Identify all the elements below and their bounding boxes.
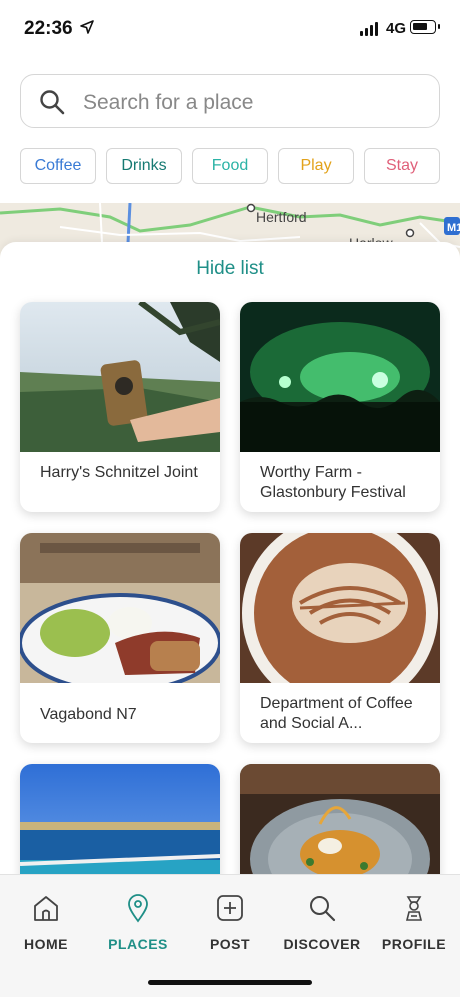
bottom-tab-bar: HOME PLACES POST DISCOVER PROFILE bbox=[0, 874, 460, 997]
tab-discover[interactable]: DISCOVER bbox=[276, 889, 368, 952]
place-title: Vagabond N7 bbox=[40, 706, 137, 723]
place-photo bbox=[20, 533, 220, 683]
tab-post[interactable]: POST bbox=[184, 889, 276, 952]
plus-box-icon bbox=[217, 895, 243, 921]
place-card-vagabond[interactable]: Vagabond N7 bbox=[20, 533, 220, 743]
place-card-harrys-schnitzel[interactable]: Harry's Schnitzel Joint bbox=[20, 302, 220, 512]
tab-profile[interactable]: PROFILE bbox=[368, 889, 460, 952]
tab-label: PROFILE bbox=[381, 936, 447, 952]
tab-label: HOME bbox=[24, 936, 68, 952]
chip-label: Stay bbox=[385, 157, 418, 174]
home-indicator bbox=[148, 980, 312, 985]
search-icon bbox=[310, 896, 336, 922]
place-photo bbox=[240, 764, 440, 892]
chip-play[interactable]: Play bbox=[278, 148, 354, 184]
home-icon bbox=[34, 896, 58, 921]
chip-label: Coffee bbox=[34, 157, 82, 174]
tab-places[interactable]: PLACES bbox=[92, 889, 184, 952]
place-photo bbox=[20, 302, 220, 452]
place-title: Harry's Schnitzel Joint bbox=[40, 464, 198, 481]
map-label-hertford: Hertford bbox=[256, 209, 307, 225]
svg-text:M1: M1 bbox=[447, 222, 460, 234]
chip-stay[interactable]: Stay bbox=[364, 148, 440, 184]
signal-icon bbox=[360, 22, 378, 36]
chip-coffee[interactable]: Coffee bbox=[20, 148, 96, 184]
location-arrow-icon bbox=[80, 20, 94, 34]
profile-icon bbox=[405, 896, 423, 921]
tab-home[interactable]: HOME bbox=[0, 889, 92, 952]
tab-label: DISCOVER bbox=[283, 936, 361, 952]
chip-label: Play bbox=[300, 157, 332, 174]
hide-list-button[interactable]: Hide list bbox=[0, 258, 460, 280]
tab-label: POST bbox=[209, 936, 251, 952]
search-input[interactable] bbox=[81, 85, 425, 121]
battery-icon bbox=[410, 20, 440, 34]
place-title: Worthy Farm - Glastonbury Festival bbox=[260, 464, 406, 501]
places-sheet: Hide list Harry's Schnitzel Joint Worthy… bbox=[0, 242, 460, 892]
place-photo bbox=[240, 533, 440, 683]
place-card-worthy-farm[interactable]: Worthy Farm - Glastonbury Festival bbox=[240, 302, 440, 512]
place-title: Department of Coffee and Social A... bbox=[260, 695, 413, 732]
place-card-department-of-coffee[interactable]: Department of Coffee and Social A... bbox=[240, 533, 440, 743]
network-type: 4G bbox=[386, 20, 407, 37]
category-chips: Coffee Drinks Food Play Stay bbox=[20, 148, 440, 184]
chip-food[interactable]: Food bbox=[192, 148, 268, 184]
place-card-beach-pool[interactable] bbox=[20, 764, 220, 892]
place-card-plated-dish[interactable] bbox=[240, 764, 440, 892]
clock: 22:36 bbox=[24, 18, 73, 39]
chip-label: Drinks bbox=[121, 157, 167, 174]
search-bar[interactable] bbox=[20, 74, 440, 128]
tab-label: PLACES bbox=[108, 936, 168, 952]
pin-icon bbox=[128, 894, 148, 923]
place-photo bbox=[20, 764, 220, 892]
chip-label: Food bbox=[211, 157, 249, 174]
place-photo bbox=[240, 302, 440, 452]
chip-drinks[interactable]: Drinks bbox=[106, 148, 182, 184]
search-icon bbox=[40, 90, 65, 115]
status-bar: 22:36 4G bbox=[0, 0, 460, 56]
